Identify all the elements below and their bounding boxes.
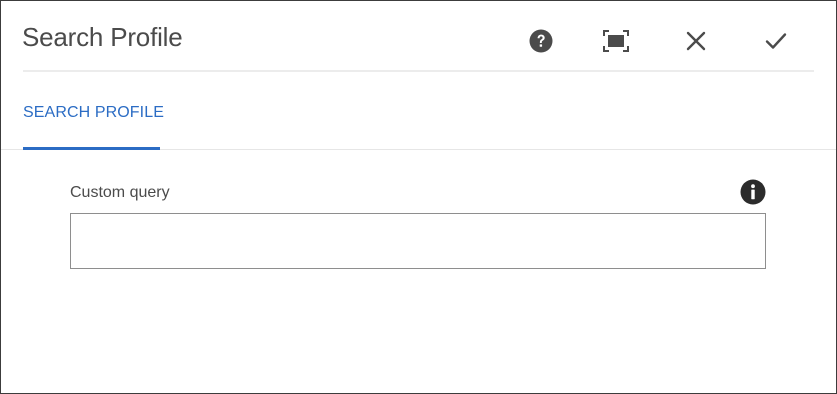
done-button[interactable] xyxy=(758,23,794,59)
help-circle-icon xyxy=(529,29,553,53)
custom-query-label: Custom query xyxy=(70,184,170,201)
fullscreen-button[interactable] xyxy=(598,23,634,59)
header-divider xyxy=(23,70,814,72)
fullscreen-icon xyxy=(603,30,629,52)
search-profile-dialog: Search Profile SEARCH PROFILE Custom que… xyxy=(0,0,837,394)
info-circle-icon xyxy=(740,179,766,205)
custom-query-input[interactable] xyxy=(70,213,766,269)
tab-selected-indicator xyxy=(23,147,160,150)
tab-search-profile[interactable]: SEARCH PROFILE xyxy=(23,73,164,150)
checkmark-icon xyxy=(765,33,787,49)
dialog-header: Search Profile xyxy=(1,1,836,73)
close-button[interactable] xyxy=(678,23,714,59)
close-icon xyxy=(686,31,706,51)
custom-query-info-button[interactable] xyxy=(740,179,766,205)
tab-label: SEARCH PROFILE xyxy=(23,104,164,121)
help-button[interactable] xyxy=(523,23,559,59)
dialog-title: Search Profile xyxy=(22,22,183,52)
tab-bar: SEARCH PROFILE xyxy=(1,73,836,150)
